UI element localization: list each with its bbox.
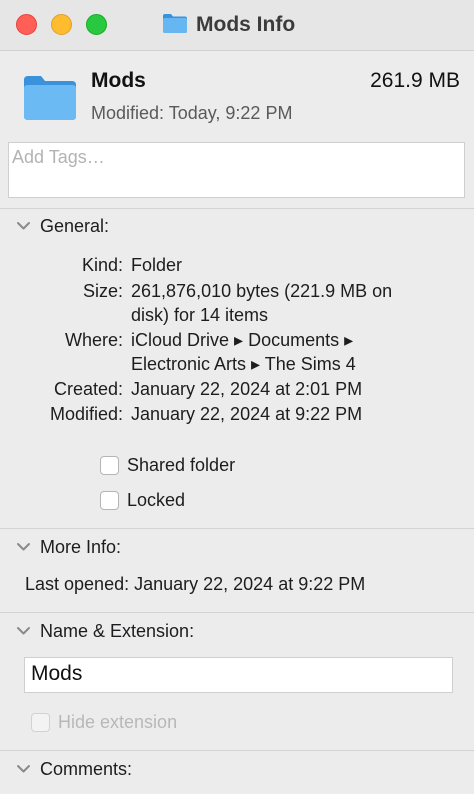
title-bar[interactable]: Mods Info bbox=[0, 0, 474, 51]
close-button[interactable] bbox=[16, 14, 37, 35]
kind-value: Folder bbox=[131, 255, 183, 275]
where-value-line1: iCloud Drive ▸ Documents ▸ bbox=[131, 330, 354, 350]
shared-folder-box[interactable] bbox=[100, 456, 119, 475]
info-header: Mods 261.9 MB Modified: Today, 9:22 PM bbox=[0, 51, 474, 129]
zoom-button[interactable] bbox=[86, 14, 107, 35]
minimize-button[interactable] bbox=[51, 14, 72, 35]
last-opened: Last opened: January 22, 2024 at 9:22 PM bbox=[25, 574, 366, 594]
item-size: 261.9 MB bbox=[370, 69, 460, 92]
chevron-down-icon[interactable] bbox=[16, 761, 31, 779]
item-modified: Modified: Today, 9:22 PM bbox=[91, 103, 293, 123]
divider bbox=[0, 750, 474, 751]
hide-extension-box[interactable] bbox=[31, 713, 50, 732]
chevron-down-icon[interactable] bbox=[16, 623, 31, 641]
size-value-line1: 261,876,010 bytes (221.9 MB on bbox=[131, 281, 393, 301]
chevron-down-icon[interactable] bbox=[16, 218, 31, 236]
more-info-label: More Info: bbox=[40, 537, 122, 557]
locked-label: Locked bbox=[127, 490, 186, 510]
get-info-window: Mods Info Mods 261.9 MB Modified: Today,… bbox=[0, 0, 474, 794]
folder-icon bbox=[162, 12, 188, 39]
name-input[interactable] bbox=[25, 658, 447, 690]
hide-extension-checkbox[interactable]: Hide extension bbox=[31, 712, 177, 733]
general-label: General: bbox=[40, 216, 110, 236]
comments-section-header[interactable]: Comments: bbox=[16, 759, 132, 780]
shared-folder-checkbox[interactable]: Shared folder bbox=[100, 455, 235, 476]
name-extension-label: Name & Extension: bbox=[40, 621, 195, 641]
size-key: Size: bbox=[82, 281, 123, 301]
divider bbox=[0, 208, 474, 209]
divider bbox=[0, 612, 474, 613]
general-section-header[interactable]: General: bbox=[16, 216, 109, 237]
where-key: Where: bbox=[64, 330, 123, 350]
folder-icon bbox=[22, 73, 78, 126]
general-details: Kind: Folder Size: 261,876,010 bytes (22… bbox=[0, 253, 474, 433]
kind-key: Kind: bbox=[81, 255, 123, 275]
item-name: Mods bbox=[91, 69, 146, 92]
created-value: January 22, 2024 at 2:01 PM bbox=[131, 379, 363, 399]
name-extension-section-header[interactable]: Name & Extension: bbox=[16, 621, 194, 642]
divider bbox=[0, 528, 474, 529]
name-field[interactable] bbox=[24, 657, 453, 693]
size-value-line2: disk) for 14 items bbox=[131, 305, 269, 325]
locked-checkbox[interactable]: Locked bbox=[100, 490, 185, 511]
comments-label: Comments: bbox=[40, 759, 133, 779]
more-info-section-header[interactable]: More Info: bbox=[16, 537, 121, 558]
where-value-line2: Electronic Arts ▸ The Sims 4 bbox=[131, 354, 356, 374]
locked-box[interactable] bbox=[100, 491, 119, 510]
shared-folder-label: Shared folder bbox=[127, 455, 236, 475]
modified-value: January 22, 2024 at 9:22 PM bbox=[131, 404, 363, 424]
window-title-text: Mods Info bbox=[196, 13, 296, 36]
chevron-down-icon[interactable] bbox=[16, 539, 31, 557]
created-key: Created: bbox=[53, 379, 123, 399]
modified-key: Modified: bbox=[49, 404, 123, 424]
hide-extension-label: Hide extension bbox=[58, 712, 178, 732]
window-title: Mods Info bbox=[162, 11, 295, 39]
tags-field[interactable] bbox=[8, 142, 465, 198]
tags-input[interactable] bbox=[9, 143, 455, 172]
